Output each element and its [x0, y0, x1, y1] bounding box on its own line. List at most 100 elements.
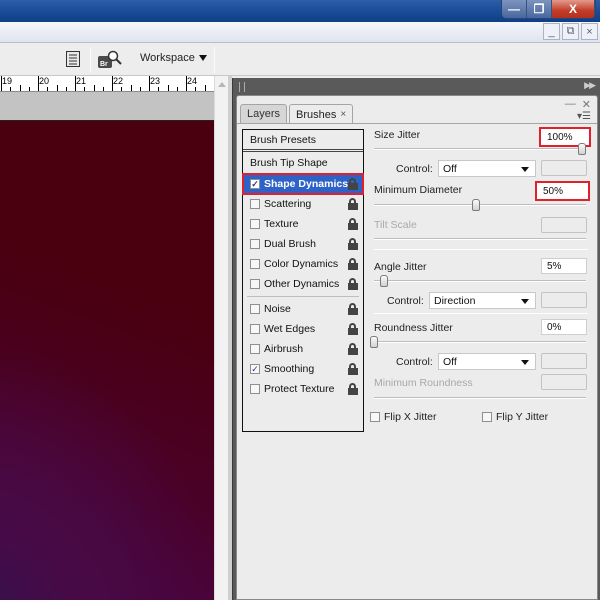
window-minimize-button[interactable]: —: [502, 0, 527, 18]
checkbox[interactable]: [250, 199, 260, 209]
brush-options-list: Brush Presets Brush Tip Shape ✓ Shape Dyn…: [242, 129, 364, 432]
close-tab-icon[interactable]: ×: [340, 109, 346, 120]
size-control-select[interactable]: Off: [438, 160, 536, 177]
workspace-dropdown[interactable]: Workspace: [140, 52, 207, 64]
flip-y-jitter-checkbox[interactable]: Flip Y Jitter: [482, 411, 548, 423]
angle-control-label: Control:: [387, 295, 424, 307]
angle-control-value: Direction: [434, 295, 476, 307]
ruler-tick: [38, 76, 39, 91]
launch-bridge-button[interactable]: Br: [97, 49, 123, 71]
lock-icon[interactable]: [348, 258, 359, 270]
ruler-tick: [121, 87, 123, 91]
lock-icon[interactable]: [348, 363, 359, 375]
collapse-dock-icon[interactable]: ▶▶: [584, 80, 596, 91]
checkbox[interactable]: [250, 324, 260, 334]
checkbox[interactable]: [250, 279, 260, 289]
checkbox[interactable]: [250, 219, 260, 229]
restore-icon: ⧉: [566, 25, 575, 37]
brush-tip-shape-item[interactable]: Brush Tip Shape: [243, 152, 363, 174]
roundness-control-value: Off: [443, 356, 457, 368]
lock-icon[interactable]: [348, 303, 359, 315]
brush-presets-button[interactable]: Brush Presets: [243, 130, 363, 152]
dropdown-arrow-icon: [521, 167, 529, 172]
roundness-jitter-slider[interactable]: [374, 341, 586, 343]
roundness-jitter-input[interactable]: 0%: [541, 319, 587, 335]
tab-brushes[interactable]: Brushes ×: [289, 104, 354, 124]
lock-icon[interactable]: [348, 178, 359, 190]
flip-x-jitter-checkbox[interactable]: Flip X Jitter: [370, 411, 437, 423]
brush-option-item[interactable]: ✓ Smoothing: [243, 359, 363, 379]
document-restore-button[interactable]: ⧉: [562, 23, 579, 40]
minimize-icon: _: [548, 25, 555, 38]
minimum-roundness-slider: [374, 397, 586, 399]
ruler-tick: [176, 87, 178, 91]
lock-icon[interactable]: [348, 383, 359, 395]
checkbox[interactable]: ✓: [250, 179, 260, 189]
brush-option-item[interactable]: Protect Texture: [243, 379, 363, 399]
panel-minimize-icon[interactable]: —: [565, 98, 576, 111]
window-close-button[interactable]: X: [552, 0, 595, 18]
angle-jitter-slider[interactable]: [374, 280, 586, 282]
ruler-tick: [84, 87, 86, 91]
checkbox-box[interactable]: [370, 412, 380, 422]
minimum-diameter-slider[interactable]: [374, 204, 586, 206]
checkbox-box[interactable]: [482, 412, 492, 422]
workspace-label: Workspace: [140, 52, 195, 64]
panel-close-icon[interactable]: ✕: [582, 98, 591, 111]
ruler-tick: [139, 87, 141, 91]
brush-option-label: Dual Brush: [264, 238, 316, 250]
angle-control-fade-input: [541, 292, 587, 308]
checkbox[interactable]: ✓: [250, 364, 260, 374]
checkbox[interactable]: [250, 259, 260, 269]
angle-jitter-input[interactable]: 5%: [541, 258, 587, 274]
tab-label: Brushes: [296, 108, 337, 121]
checkbox[interactable]: [250, 304, 260, 314]
document-canvas[interactable]: [0, 121, 214, 600]
angle-jitter-slider-thumb[interactable]: [380, 275, 389, 287]
brush-option-item[interactable]: Airbrush: [243, 339, 363, 359]
brush-option-item[interactable]: Dual Brush: [243, 234, 363, 254]
dock-grip-handle[interactable]: [239, 82, 245, 92]
brush-option-item[interactable]: Color Dynamics: [243, 254, 363, 274]
ruler-label: 22: [113, 76, 124, 86]
window-restore-button[interactable]: ❐: [527, 0, 552, 18]
checkbox[interactable]: [250, 384, 260, 394]
close-icon: X: [568, 2, 577, 16]
roundness-control-fade-input: [541, 353, 587, 369]
document-close-button[interactable]: ×: [581, 23, 598, 40]
size-jitter-label: Size Jitter: [374, 129, 421, 141]
brush-option-item[interactable]: Noise: [243, 299, 363, 319]
document-minimize-button[interactable]: _: [543, 23, 560, 40]
brush-option-item[interactable]: Other Dynamics: [243, 274, 363, 294]
checkbox[interactable]: [250, 344, 260, 354]
lock-icon[interactable]: [348, 278, 359, 290]
brush-option-item[interactable]: Texture: [243, 214, 363, 234]
roundness-jitter-slider-thumb[interactable]: [370, 336, 378, 348]
ruler-label: 21: [76, 76, 87, 86]
vertical-scrollbar[interactable]: [214, 76, 228, 600]
brush-option-item[interactable]: Scattering: [243, 194, 363, 214]
size-jitter-slider[interactable]: [374, 148, 586, 150]
ruler-tick: [28, 87, 30, 91]
checkbox[interactable]: [250, 239, 260, 249]
ruler-label: 23: [150, 76, 161, 86]
minimum-diameter-input[interactable]: 50%: [535, 181, 590, 201]
brush-option-item[interactable]: Wet Edges: [243, 319, 363, 339]
size-control-value: Off: [443, 163, 457, 175]
brushes-panel: — ✕ Layers Brushes × ▾☰ Brush Presets Bru…: [236, 95, 598, 600]
lock-icon[interactable]: [348, 343, 359, 355]
lock-icon[interactable]: [348, 238, 359, 250]
lock-icon[interactable]: [348, 218, 359, 230]
size-jitter-slider-thumb[interactable]: [578, 143, 586, 155]
brush-option-item[interactable]: ✓ Shape Dynamics: [242, 173, 364, 195]
roundness-control-select[interactable]: Off: [438, 353, 536, 370]
angle-control-select[interactable]: Direction: [429, 292, 536, 309]
minimum-diameter-slider-thumb[interactable]: [472, 199, 480, 211]
tab-layers[interactable]: Layers: [240, 104, 288, 123]
scroll-up-arrow-icon[interactable]: [218, 82, 226, 87]
lock-icon[interactable]: [348, 198, 359, 210]
tab-divider: [237, 123, 597, 124]
lock-icon[interactable]: [348, 323, 359, 335]
ruler-tick: [65, 87, 67, 91]
palette-options-button[interactable]: [64, 50, 82, 68]
